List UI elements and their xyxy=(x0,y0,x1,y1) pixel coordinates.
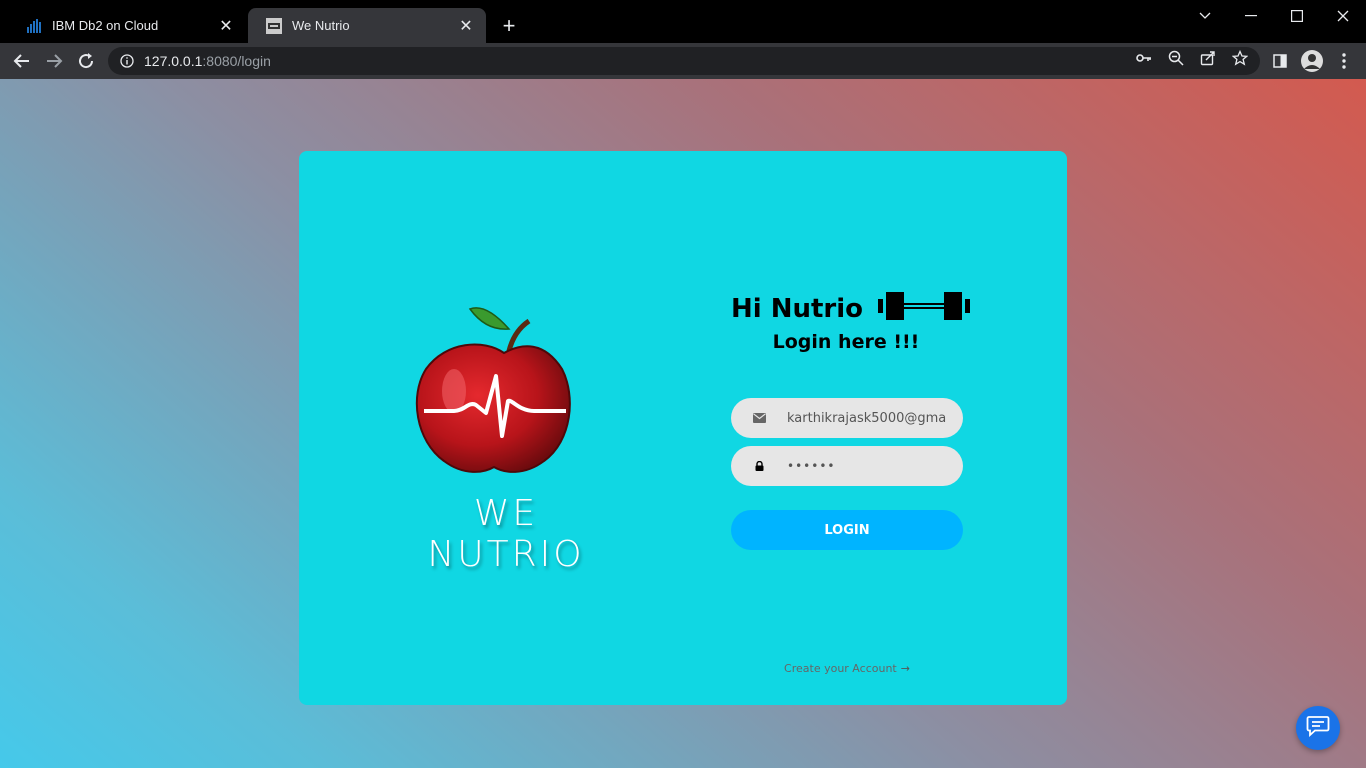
db2-icon xyxy=(26,18,42,34)
url-host: 127.0.0.1 xyxy=(144,53,203,69)
chat-icon xyxy=(1306,715,1330,742)
tab-title: We Nutrio xyxy=(292,18,350,33)
page-title: Hi Nutrio xyxy=(731,290,971,329)
heading-text: Hi Nutrio xyxy=(731,294,864,324)
password-field[interactable] xyxy=(731,446,963,486)
menu-icon[interactable] xyxy=(1330,47,1358,75)
forward-icon[interactable] xyxy=(40,47,68,75)
bookmark-star-icon[interactable] xyxy=(1231,49,1249,67)
tab-title: IBM Db2 on Cloud xyxy=(52,18,159,33)
minimize-icon[interactable] xyxy=(1228,0,1274,32)
maximize-icon[interactable] xyxy=(1274,0,1320,32)
brand-name: WE NUTRIO xyxy=(427,493,585,575)
browser-toolbar: 127.0.0.1:8080/login xyxy=(0,43,1366,79)
close-icon[interactable]: ✕ xyxy=(456,16,476,36)
url-path: :8080/login xyxy=(202,53,271,69)
tab-ibm-db2[interactable]: IBM Db2 on Cloud ✕ xyxy=(8,8,246,43)
avatar[interactable] xyxy=(1298,47,1326,75)
login-subtitle: Login here !!! xyxy=(772,331,920,353)
email-input[interactable] xyxy=(787,410,947,426)
login-button[interactable]: LOGIN xyxy=(731,510,963,550)
arrow-right-icon: → xyxy=(900,662,910,675)
page-background: WE NUTRIO Hi Nutrio Login here !!! karth… xyxy=(0,79,1366,768)
nutrio-favicon xyxy=(266,17,282,34)
chat-button[interactable] xyxy=(1296,706,1340,750)
tab-bar: IBM Db2 on Cloud ✕ We Nutrio ✕ + xyxy=(0,0,1366,43)
back-icon[interactable] xyxy=(8,47,36,75)
envelope-icon xyxy=(731,413,787,423)
tab-search-icon[interactable] xyxy=(1182,0,1228,32)
apple-logo xyxy=(394,301,614,486)
email-field[interactable] xyxy=(731,398,963,438)
tab-we-nutrio[interactable]: We Nutrio ✕ xyxy=(248,8,486,43)
side-panel-icon[interactable] xyxy=(1266,47,1294,75)
address-bar[interactable]: 127.0.0.1:8080/login xyxy=(108,47,1260,75)
create-account-link[interactable]: Create your Account → xyxy=(731,662,963,675)
reload-icon[interactable] xyxy=(72,47,100,75)
login-card: WE NUTRIO Hi Nutrio Login here !!! karth… xyxy=(299,151,1067,705)
password-input[interactable] xyxy=(787,459,947,473)
key-icon[interactable] xyxy=(1135,49,1153,67)
close-icon[interactable]: ✕ xyxy=(216,16,236,36)
dumbbell-icon xyxy=(876,290,972,329)
close-window-icon[interactable] xyxy=(1320,0,1366,32)
lock-icon xyxy=(731,461,787,471)
site-info-icon[interactable] xyxy=(120,54,134,68)
share-icon[interactable] xyxy=(1199,49,1217,67)
new-tab-button[interactable]: + xyxy=(496,13,522,39)
create-account-label: Create your Account xyxy=(784,662,897,675)
zoom-icon[interactable] xyxy=(1167,49,1185,67)
